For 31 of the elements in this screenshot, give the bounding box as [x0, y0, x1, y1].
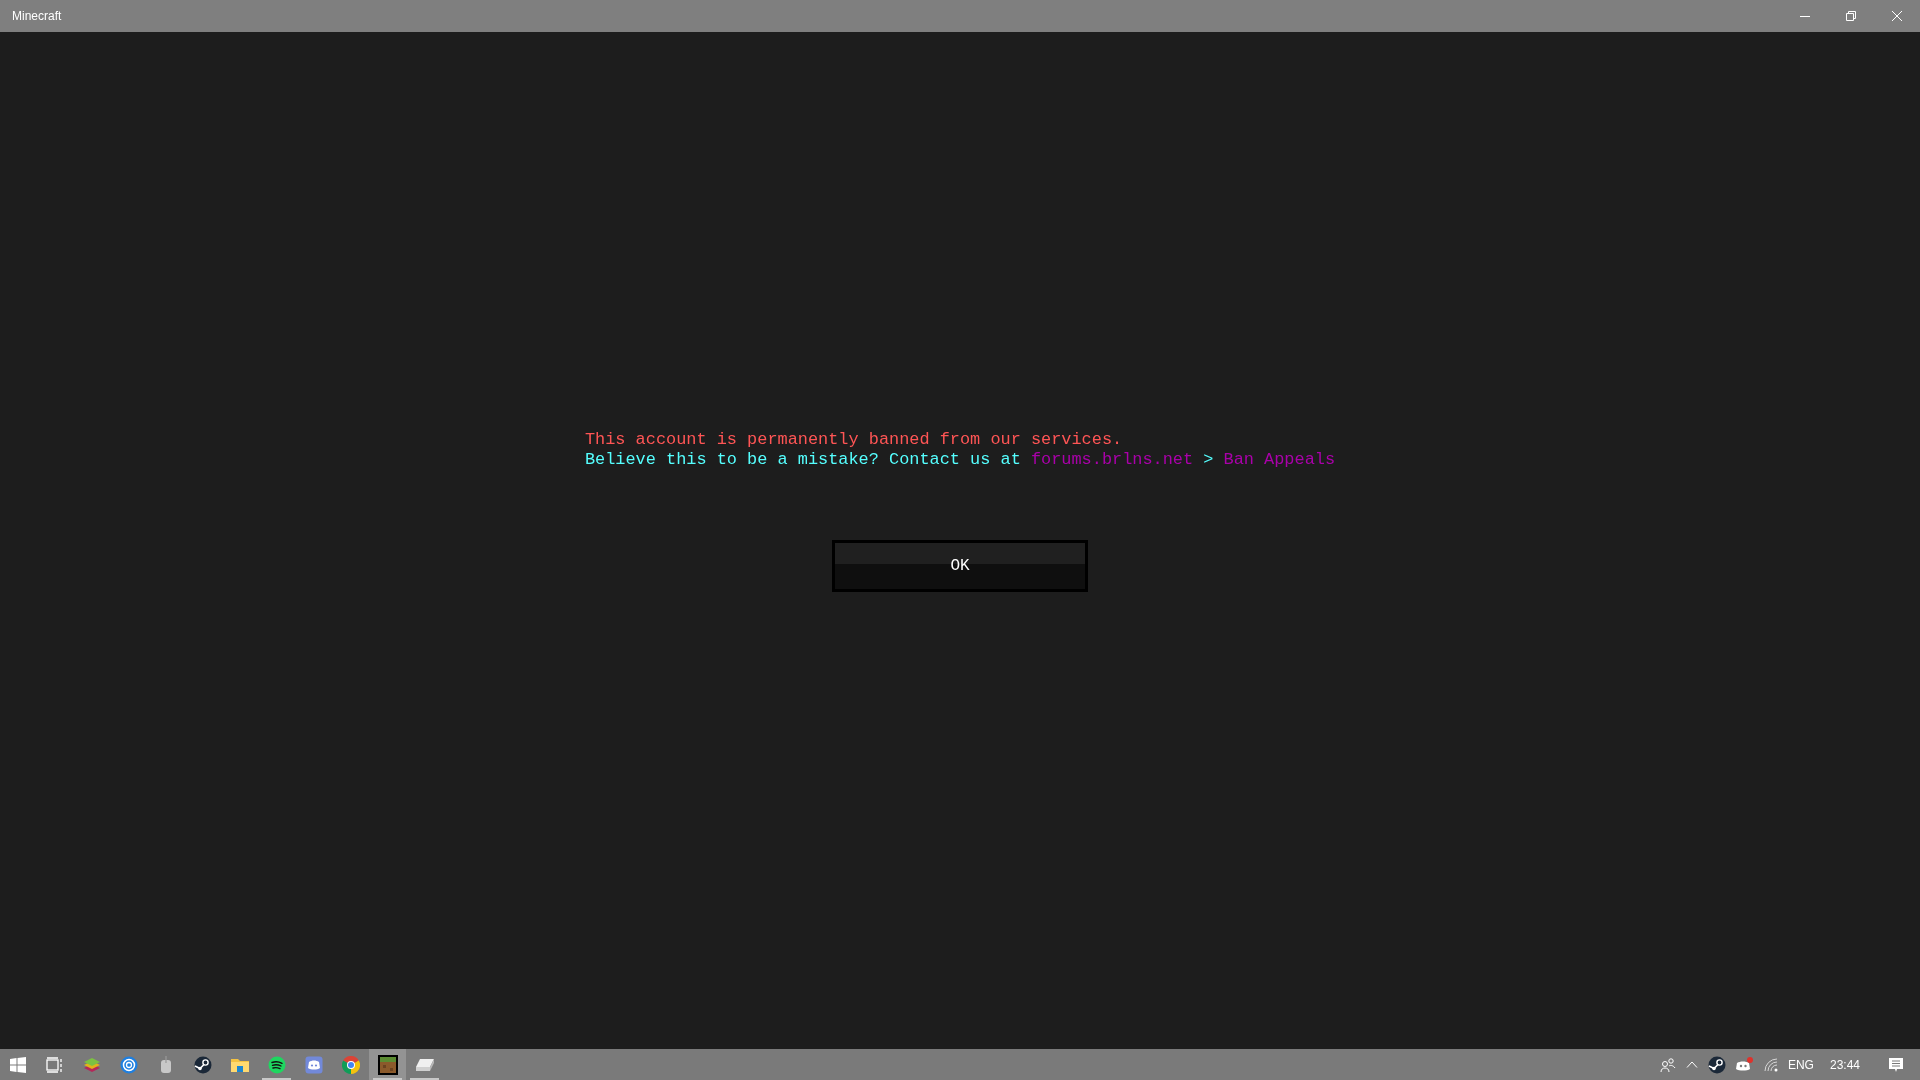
chrome-icon [341, 1055, 360, 1074]
discord-icon [304, 1055, 323, 1074]
clock[interactable]: 23:44 [1823, 1055, 1866, 1074]
steam-icon [193, 1055, 212, 1074]
caret-up-icon [1685, 1061, 1698, 1068]
window-title: Minecraft [11, 8, 63, 25]
discord-notification-icon [1735, 1056, 1754, 1073]
taskbar-app-button[interactable] [369, 1049, 406, 1080]
grass-block-icon [377, 1054, 398, 1075]
target-circle-icon [119, 1055, 138, 1074]
mouse-icon [159, 1055, 172, 1074]
close-icon [1892, 11, 1902, 21]
restore-icon [1846, 11, 1856, 21]
running-indicator [262, 1078, 291, 1080]
folder-icon [230, 1056, 249, 1073]
people-icon [1659, 1057, 1676, 1072]
running-indicator [410, 1078, 439, 1080]
drive-icon [414, 1057, 435, 1072]
stacked-layers-icon [82, 1055, 101, 1074]
message-line: This account is permanently banned from our services. [584, 430, 1124, 450]
spotify-icon [267, 1055, 286, 1074]
language-indicator[interactable]: ENG [1787, 1055, 1814, 1074]
wifi-icon [1763, 1057, 1778, 1072]
windows-logo-icon [10, 1056, 26, 1073]
notification-icon [1888, 1056, 1904, 1073]
minimize-icon [1800, 15, 1810, 17]
steam-icon [1707, 1055, 1726, 1074]
message-line: Believe this to be a mistake? Contact us at forums.brlns.net > Ban Appeals [584, 450, 1336, 470]
running-indicator [373, 1078, 402, 1080]
task-view-icon [45, 1056, 64, 1073]
ok-button[interactable]: OK [832, 540, 1088, 592]
